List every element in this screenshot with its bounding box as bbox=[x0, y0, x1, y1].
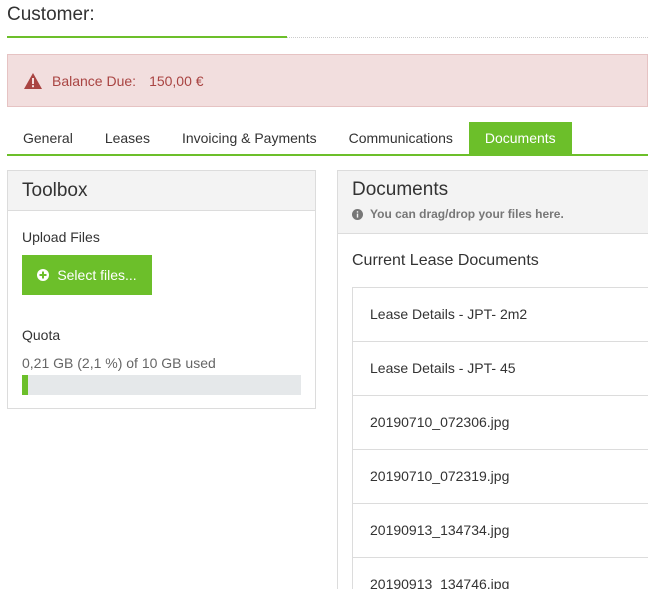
document-item[interactable]: Lease Details - JPT- 2m2 bbox=[353, 288, 648, 342]
tab-invoicing-payments[interactable]: Invoicing & Payments bbox=[166, 122, 333, 154]
documents-header: Documents You can drag/drop your files h… bbox=[338, 171, 648, 234]
tab-communications[interactable]: Communications bbox=[333, 122, 469, 154]
select-files-button[interactable]: Select files... bbox=[22, 255, 152, 295]
document-item[interactable]: Lease Details - JPT- 45 bbox=[353, 342, 648, 396]
balance-amount: 150,00 € bbox=[149, 72, 204, 89]
quota-progress-fill bbox=[22, 375, 28, 395]
document-item[interactable]: 20190913_134734.jpg bbox=[353, 504, 648, 558]
document-list: Lease Details - JPT- 2m2 Lease Details -… bbox=[352, 287, 648, 589]
quota-label: Quota bbox=[22, 327, 61, 343]
tab-general[interactable]: General bbox=[7, 122, 89, 154]
document-item[interactable]: 20190710_072306.jpg bbox=[353, 396, 648, 450]
upload-files-label: Upload Files bbox=[22, 229, 100, 245]
warning-icon bbox=[24, 72, 42, 89]
toolbox-panel: Toolbox Upload Files Select files... Quo… bbox=[7, 170, 316, 409]
page-title: Customer: bbox=[7, 4, 95, 25]
info-icon bbox=[352, 208, 363, 220]
quota-usage-text: 0,21 GB (2,1 %) of 10 GB used bbox=[22, 355, 216, 371]
balance-alert: Balance Due: 150,00 € bbox=[7, 54, 648, 107]
title-divider bbox=[287, 37, 648, 38]
drag-drop-hint-text: You can drag/drop your files here. bbox=[370, 207, 564, 221]
title-underline bbox=[7, 36, 287, 38]
documents-panel[interactable]: Documents You can drag/drop your files h… bbox=[337, 170, 648, 589]
documents-title: Documents bbox=[352, 179, 449, 200]
toolbox-title: Toolbox bbox=[8, 171, 315, 211]
document-item[interactable]: 20190913_134746.jpg bbox=[353, 558, 648, 589]
plus-circle-icon bbox=[37, 269, 50, 281]
tab-leases[interactable]: Leases bbox=[89, 122, 166, 154]
drag-drop-hint: You can drag/drop your files here. bbox=[352, 207, 634, 221]
document-item[interactable]: 20190710_072319.jpg bbox=[353, 450, 648, 504]
current-lease-documents-title: Current Lease Documents bbox=[352, 252, 539, 269]
tab-documents[interactable]: Documents bbox=[468, 122, 572, 154]
tab-bar: General Leases Invoicing & Payments Comm… bbox=[7, 122, 648, 156]
quota-progress-bar bbox=[22, 375, 301, 395]
select-files-label: Select files... bbox=[57, 267, 137, 283]
balance-label: Balance Due: bbox=[52, 72, 137, 89]
